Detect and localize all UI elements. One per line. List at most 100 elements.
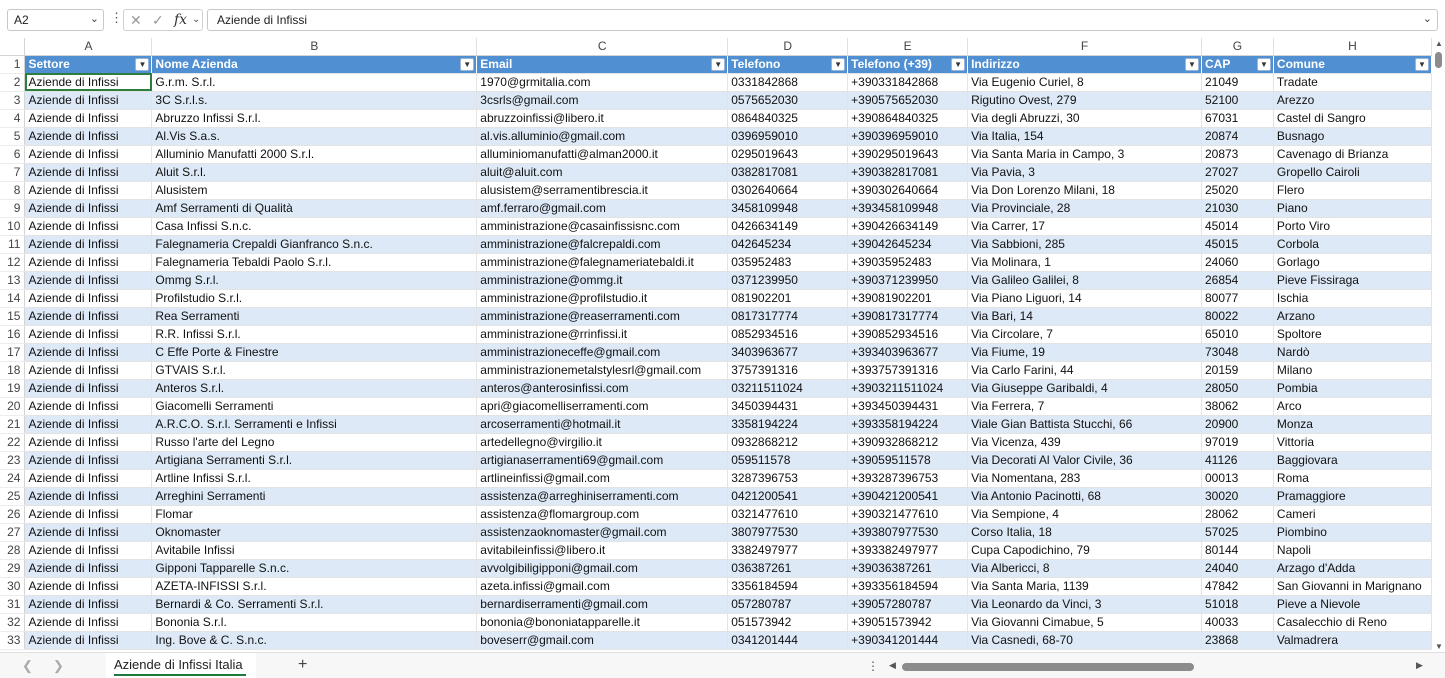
- insert-function-icon[interactable]: fx: [174, 12, 187, 28]
- table-cell[interactable]: 0396959010: [727, 127, 849, 146]
- table-cell[interactable]: Arzago d'Adda: [1273, 559, 1432, 578]
- table-cell[interactable]: +3903211511024: [847, 379, 969, 398]
- table-cell[interactable]: San Giovanni in Marignano: [1273, 577, 1432, 596]
- column-header-c[interactable]: C: [476, 38, 729, 56]
- header-cell[interactable]: Email ▼: [476, 55, 729, 74]
- table-cell[interactable]: amministrazioneceffe@gmail.com: [476, 343, 729, 362]
- table-cell[interactable]: +393450394431: [847, 397, 969, 416]
- table-cell[interactable]: 80144: [1201, 541, 1274, 560]
- table-cell[interactable]: amministrazione@falegnameriatebaldi.it: [476, 253, 729, 272]
- table-cell[interactable]: Via Antonio Pacinotti, 68: [967, 487, 1202, 506]
- table-cell[interactable]: 0321477610: [727, 505, 849, 524]
- table-cell[interactable]: +390341201444: [847, 631, 969, 650]
- column-header-f[interactable]: F: [967, 38, 1202, 56]
- header-cell[interactable]: Settore ▼: [24, 55, 153, 74]
- table-cell[interactable]: 47842: [1201, 577, 1274, 596]
- table-cell[interactable]: +393287396753: [847, 469, 969, 488]
- table-cell[interactable]: 57025: [1201, 523, 1274, 542]
- table-cell[interactable]: +390932868212: [847, 433, 969, 452]
- filter-dropdown-icon[interactable]: ▼: [1256, 57, 1271, 71]
- table-cell[interactable]: C Effe Porte & Finestre: [151, 343, 478, 362]
- table-cell[interactable]: 80022: [1201, 307, 1274, 326]
- table-cell[interactable]: Aziende di Infissi: [24, 379, 153, 398]
- table-cell[interactable]: Aziende di Infissi: [24, 577, 153, 596]
- table-cell[interactable]: Cavenago di Brianza: [1273, 145, 1432, 164]
- table-cell[interactable]: Rigutino Ovest, 279: [967, 91, 1202, 110]
- scroll-up-icon[interactable]: ▲: [1435, 39, 1443, 48]
- table-cell[interactable]: Arezzo: [1273, 91, 1432, 110]
- table-cell[interactable]: 73048: [1201, 343, 1274, 362]
- table-cell[interactable]: Via Pavia, 3: [967, 163, 1202, 182]
- table-cell[interactable]: Aziende di Infissi: [24, 613, 153, 632]
- table-cell[interactable]: Aziende di Infissi: [24, 163, 153, 182]
- table-cell[interactable]: Via Carrer, 17: [967, 217, 1202, 236]
- row-header[interactable]: 25: [0, 487, 26, 506]
- table-cell[interactable]: 059511578: [727, 451, 849, 470]
- filter-dropdown-icon[interactable]: ▼: [460, 57, 475, 71]
- table-cell[interactable]: 036387261: [727, 559, 849, 578]
- chevron-down-icon[interactable]: ⌄: [192, 14, 200, 25]
- table-cell[interactable]: Aziende di Infissi: [24, 145, 153, 164]
- spreadsheet-grid[interactable]: ABCDEFGH 1 Settore ▼ Nome Azienda ▼ Email ▼ Te…: [0, 38, 1432, 652]
- table-cell[interactable]: 0382817081: [727, 163, 849, 182]
- table-cell[interactable]: Piano: [1273, 199, 1432, 218]
- table-cell[interactable]: Via Eugenio Curiel, 8: [967, 73, 1202, 92]
- table-cell[interactable]: 3450394431: [727, 397, 849, 416]
- table-cell[interactable]: Via Nomentana, 283: [967, 469, 1202, 488]
- column-header-e[interactable]: E: [847, 38, 969, 56]
- table-cell[interactable]: Pramaggiore: [1273, 487, 1432, 506]
- table-cell[interactable]: Gropello Cairoli: [1273, 163, 1432, 182]
- table-cell[interactable]: Abruzzo Infissi S.r.l.: [151, 109, 478, 128]
- table-cell[interactable]: +393757391316: [847, 361, 969, 380]
- table-cell[interactable]: Via Albericci, 8: [967, 559, 1202, 578]
- header-cell[interactable]: CAP ▼: [1201, 55, 1274, 74]
- row-header[interactable]: 15: [0, 307, 26, 326]
- table-cell[interactable]: 3csrls@gmail.com: [476, 91, 729, 110]
- table-cell[interactable]: 0932868212: [727, 433, 849, 452]
- table-cell[interactable]: alusistem@serramentibrescia.it: [476, 181, 729, 200]
- table-cell[interactable]: Aziende di Infissi: [24, 397, 153, 416]
- table-cell[interactable]: Arzano: [1273, 307, 1432, 326]
- table-cell[interactable]: Casalecchio di Reno: [1273, 613, 1432, 632]
- table-cell[interactable]: 3403963677: [727, 343, 849, 362]
- row-header[interactable]: 31: [0, 595, 26, 614]
- add-sheet-icon[interactable]: +: [298, 656, 307, 674]
- table-cell[interactable]: 051573942: [727, 613, 849, 632]
- table-cell[interactable]: bononia@bononiatapparelle.it: [476, 613, 729, 632]
- row-header[interactable]: 18: [0, 361, 26, 380]
- row-header[interactable]: 17: [0, 343, 26, 362]
- table-cell[interactable]: assistenza@flomargroup.com: [476, 505, 729, 524]
- table-cell[interactable]: Aziende di Infissi: [24, 451, 153, 470]
- column-header-d[interactable]: D: [727, 38, 849, 56]
- table-cell[interactable]: 28050: [1201, 379, 1274, 398]
- row-header[interactable]: 10: [0, 217, 26, 236]
- table-cell[interactable]: AZETA-INFISSI S.r.l.: [151, 577, 478, 596]
- table-cell[interactable]: boveserr@gmail.com: [476, 631, 729, 650]
- row-header[interactable]: 9: [0, 199, 26, 218]
- table-cell[interactable]: +390382817081: [847, 163, 969, 182]
- table-cell[interactable]: amministrazione@casainfissisnc.com: [476, 217, 729, 236]
- table-cell[interactable]: Aziende di Infissi: [24, 91, 153, 110]
- table-cell[interactable]: +39059511578: [847, 451, 969, 470]
- table-cell[interactable]: bernardiserramenti@gmail.com: [476, 595, 729, 614]
- row-header[interactable]: 19: [0, 379, 26, 398]
- cancel-icon[interactable]: ✕: [130, 12, 142, 29]
- table-cell[interactable]: Aziende di Infissi: [24, 361, 153, 380]
- table-cell[interactable]: A.R.C.O. S.r.l. Serramenti e Infissi: [151, 415, 478, 434]
- table-cell[interactable]: 3807977530: [727, 523, 849, 542]
- table-cell[interactable]: Aziende di Infissi: [24, 271, 153, 290]
- table-cell[interactable]: Aluit S.r.l.: [151, 163, 478, 182]
- table-cell[interactable]: Via degli Abruzzi, 30: [967, 109, 1202, 128]
- table-cell[interactable]: Via Provinciale, 28: [967, 199, 1202, 218]
- table-cell[interactable]: Aziende di Infissi: [24, 523, 153, 542]
- table-cell[interactable]: Via Sempione, 4: [967, 505, 1202, 524]
- table-cell[interactable]: Aziende di Infissi: [24, 559, 153, 578]
- table-cell[interactable]: +390852934516: [847, 325, 969, 344]
- table-cell[interactable]: Pieve Fissiraga: [1273, 271, 1432, 290]
- table-cell[interactable]: Via Giuseppe Garibaldi, 4: [967, 379, 1202, 398]
- row-header[interactable]: 5: [0, 127, 26, 146]
- row-header[interactable]: 20: [0, 397, 26, 416]
- table-cell[interactable]: +390321477610: [847, 505, 969, 524]
- table-cell[interactable]: Amf Serramenti di Qualità: [151, 199, 478, 218]
- table-cell[interactable]: +39035952483: [847, 253, 969, 272]
